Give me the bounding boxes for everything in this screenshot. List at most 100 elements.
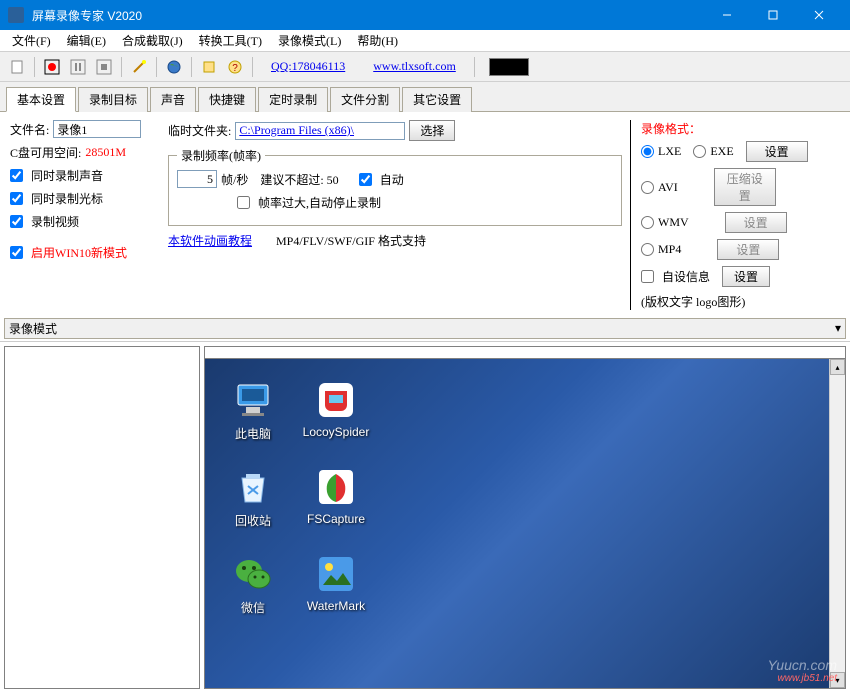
help-icon[interactable]: ? [224,56,246,78]
svg-text:?: ? [232,63,238,74]
compress-button[interactable]: 压缩设置 [714,168,776,206]
menu-help[interactable]: 帮助(H) [349,30,406,51]
watermark-sub: www.jb51.net [767,673,837,684]
label-wmv: WMV [658,215,689,230]
scrollbar-vertical[interactable]: ▴ ▾ [829,359,845,688]
watermark-main: Yuucn.com [767,657,837,673]
new-icon[interactable] [6,56,28,78]
format-support: MP4/FLV/SWF/GIF 格式支持 [276,232,426,249]
desktop-icon-locoyspider[interactable]: LocoySpider [291,379,381,442]
preview-left-panel [4,346,200,689]
cb-record-cursor[interactable] [10,192,23,205]
set-wmv-button[interactable]: 设置 [725,212,787,233]
notes-icon[interactable] [198,56,220,78]
dropdown-icon[interactable]: ▾ [835,321,841,336]
menu-recordmode[interactable]: 录像模式(L) [270,30,349,51]
radio-mp4[interactable] [641,243,654,256]
desktop-icon-watermark[interactable]: WaterMark [291,553,381,616]
fscapture-icon [315,466,357,508]
ruler [204,346,846,358]
label-mp4: MP4 [658,242,681,257]
tab-basic[interactable]: 基本设置 [6,87,76,112]
close-button[interactable] [796,0,842,30]
menu-edit[interactable]: 编辑(E) [59,30,114,51]
icon-label: 回收站 [235,512,271,529]
filename-input[interactable] [53,120,141,138]
tab-target[interactable]: 录制目标 [78,87,148,112]
mode-label: 录像模式 [9,320,57,337]
preview-box [489,58,529,76]
tabs: 基本设置 录制目标 声音 快捷键 定时录制 文件分割 其它设置 [0,82,850,112]
select-button[interactable]: 选择 [409,120,455,141]
desktop-icon-fscapture[interactable]: FSCapture [291,466,381,529]
cb-record-video[interactable] [10,215,23,228]
titlebar: 屏幕录像专家 V2020 [0,0,850,30]
cb-custom-info[interactable] [641,270,654,283]
maximize-button[interactable] [750,0,796,30]
diskspace-label: C盘可用空间: [10,144,81,161]
desktop-icon-wechat[interactable]: 微信 [215,553,291,616]
tab-other[interactable]: 其它设置 [402,87,472,112]
cb-auto-fps[interactable] [359,173,372,186]
desktop-preview: 此电脑 LocoySpider 回收站 FSCapture 微信 [204,358,846,689]
framerate-legend: 录制频率(帧率) [177,147,265,164]
icon-label: 微信 [241,599,265,616]
menu-convert[interactable]: 转换工具(T) [191,30,270,51]
preview-right-panel: 此电脑 LocoySpider 回收站 FSCapture 微信 [204,346,846,689]
fps-input[interactable] [177,170,217,188]
wand-icon[interactable] [128,56,150,78]
desktop-icon-thispc[interactable]: 此电脑 [215,379,291,442]
cb-win10-mode[interactable] [10,246,23,259]
window-buttons [704,0,842,30]
globe-icon[interactable] [163,56,185,78]
mode-bar[interactable]: 录像模式 ▾ [4,318,846,339]
label-lxe: LXE [658,144,681,159]
radio-exe[interactable] [693,145,706,158]
radio-wmv[interactable] [641,216,654,229]
cb-overflow-stop[interactable] [237,196,250,209]
label-record-sound: 同时录制声音 [31,167,103,184]
set-info-button[interactable]: 设置 [722,266,770,287]
icon-label: WaterMark [307,599,365,613]
stop-icon[interactable] [93,56,115,78]
scroll-up-icon[interactable]: ▴ [830,359,845,375]
tempdir-input[interactable] [235,122,405,140]
app-icon [8,7,24,23]
tab-split[interactable]: 文件分割 [330,87,400,112]
radio-lxe[interactable] [641,145,654,158]
window-title: 屏幕录像专家 V2020 [32,7,704,24]
watermark: Yuucn.com www.jb51.net [767,657,837,684]
icon-label: LocoySpider [303,425,370,439]
tutorial-link[interactable]: 本软件动画教程 [168,232,252,249]
menu-compose[interactable]: 合成截取(J) [114,30,191,51]
format-legend: 录像格式： [641,120,840,137]
minimize-button[interactable] [704,0,750,30]
tab-timer[interactable]: 定时录制 [258,87,328,112]
tab-hotkey[interactable]: 快捷键 [198,87,256,112]
set-mp4-button[interactable]: 设置 [717,239,779,260]
desktop-icon-recycle[interactable]: 回收站 [215,466,291,529]
qq-link[interactable]: QQ:178046113 [271,59,345,74]
radio-avi[interactable] [641,181,654,194]
copyright-note: (版权文字 logo图形) [641,293,840,310]
icon-label: 此电脑 [235,425,271,442]
fps-unit: 帧/秒 [221,171,248,188]
pause-icon[interactable] [67,56,89,78]
tempdir-label: 临时文件夹: [168,122,231,139]
website-link[interactable]: www.tlxsoft.com [373,59,456,74]
menubar: 文件(F) 编辑(E) 合成截取(J) 转换工具(T) 录像模式(L) 帮助(H… [0,30,850,52]
tab-sound[interactable]: 声音 [150,87,196,112]
train-icon [315,379,357,421]
watermark-icon [315,553,357,595]
wechat-icon [232,553,274,595]
recycle-bin-icon [232,466,274,508]
cb-record-sound[interactable] [10,169,23,182]
toolbar: ? QQ:178046113 www.tlxsoft.com [0,52,850,82]
record-icon[interactable] [41,56,63,78]
computer-icon [232,379,274,421]
label-record-cursor: 同时录制光标 [31,190,103,207]
label-avi: AVI [658,180,678,195]
diskspace-value: 28501M [85,145,126,160]
menu-file[interactable]: 文件(F) [4,30,59,51]
set-lxe-button[interactable]: 设置 [746,141,808,162]
